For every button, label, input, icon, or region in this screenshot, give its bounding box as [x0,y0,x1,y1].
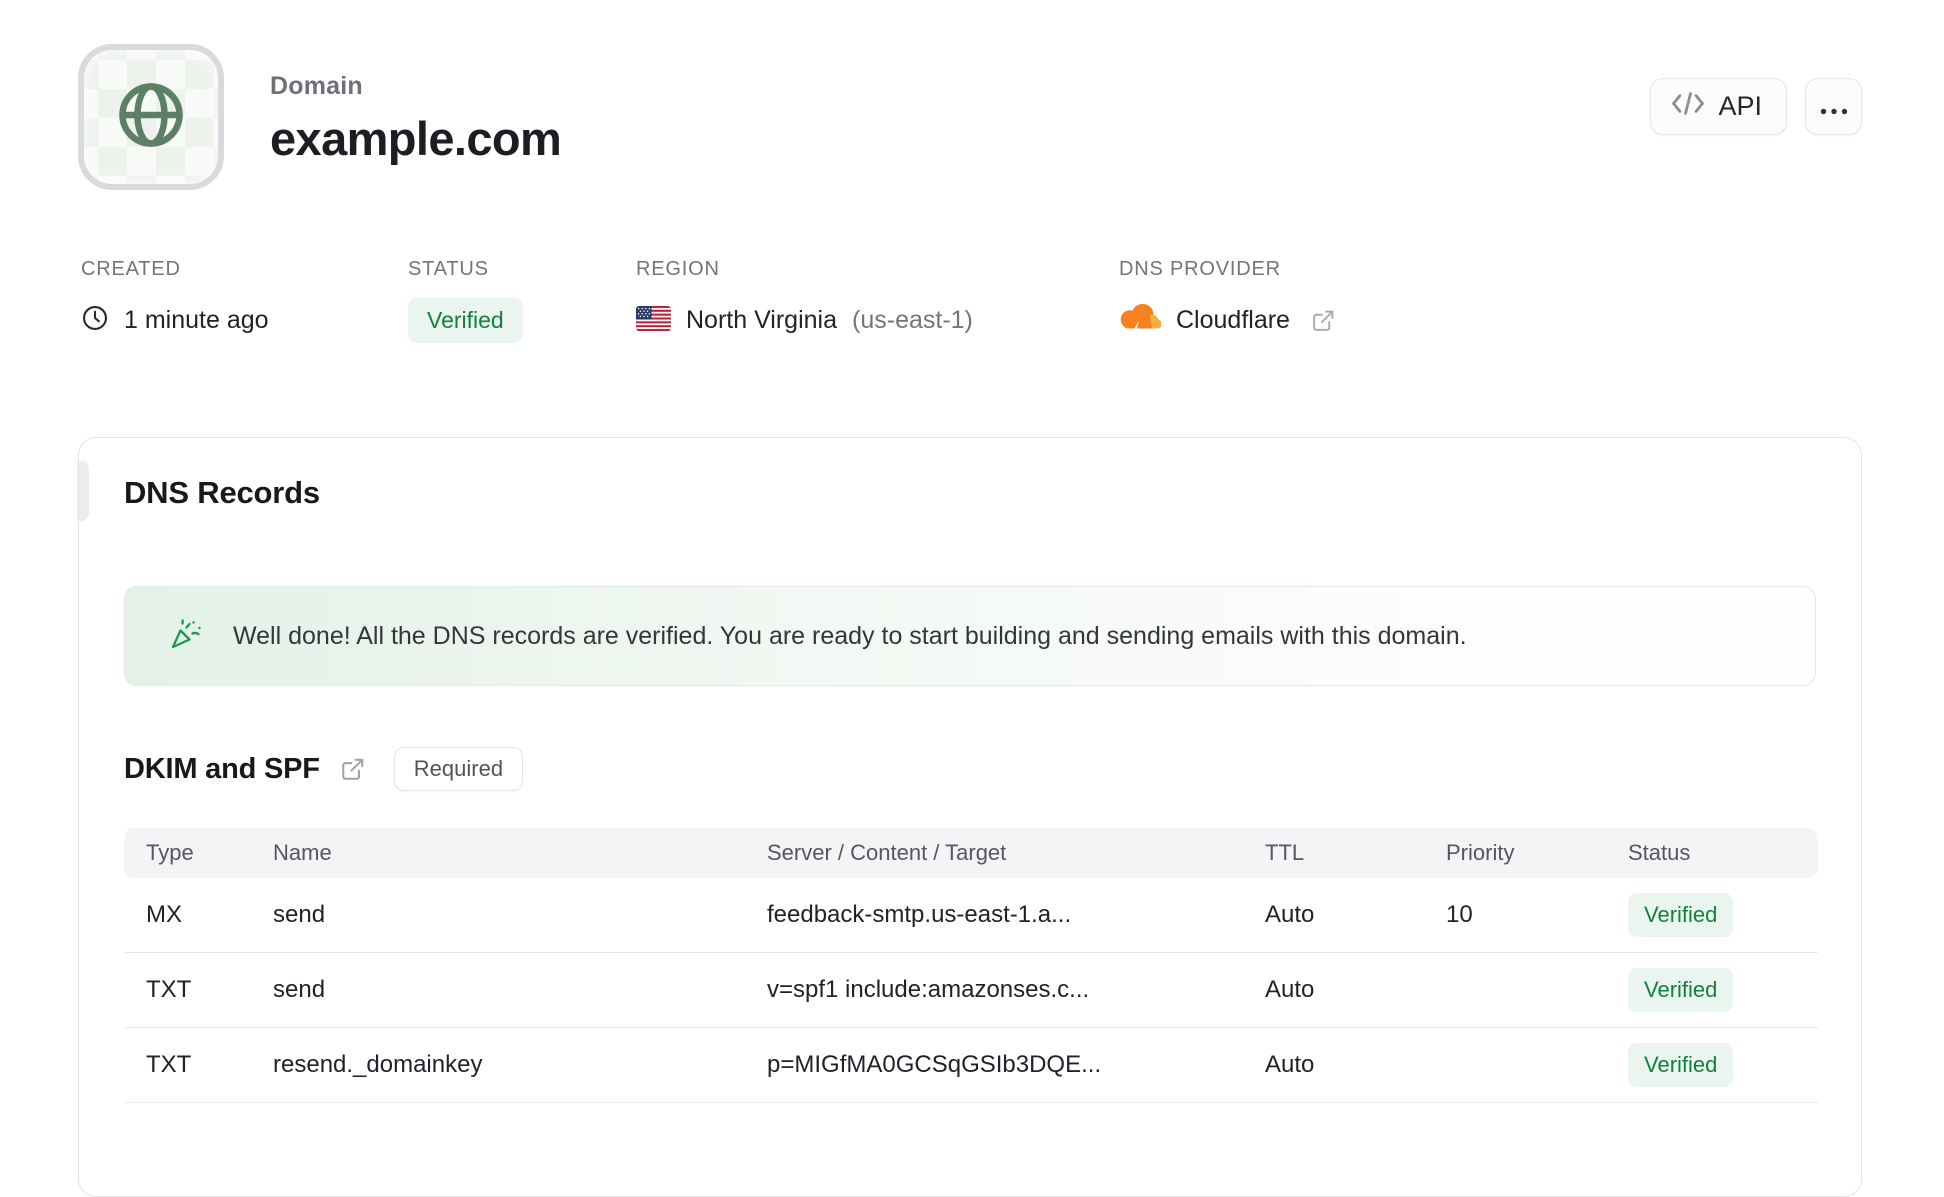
success-banner: Well done! All the DNS records are verif… [124,586,1816,686]
card-title: DNS Records [124,475,320,510]
table-row: MX send feedback-smtp.us-east-1.a... Aut… [124,878,1818,953]
globe-icon [110,74,192,161]
record-type: MX [146,901,182,928]
header-actions: API [1650,78,1862,135]
column-header-ttl: TTL [1265,840,1305,865]
more-options-button[interactable] [1805,78,1862,135]
domain-detail-page: Domain example.com API CREATED 1 minute … [0,0,1944,1197]
record-ttl: Auto [1265,976,1315,1003]
column-header-status: Status [1628,840,1691,865]
status-label: STATUS [408,258,489,280]
record-ttl: Auto [1265,1051,1315,1078]
created-label: CREATED [81,258,181,280]
table-row: TXT resend._domainkey p=MIGfMA0GCSqGSIb3… [124,1028,1818,1103]
meta-created: CREATED 1 minute ago [81,258,269,343]
record-name: send [273,976,326,1003]
column-header-content: Server / Content / Target [767,840,1007,865]
domain-eyebrow: Domain [270,72,363,100]
page-title: example.com [270,112,562,165]
record-content: feedback-smtp.us-east-1.a... [767,901,1072,928]
region-value: North Virginia [686,306,838,334]
ellipsis-icon [1820,91,1848,122]
record-name: send [273,901,326,928]
dkim-spf-section-header: DKIM and SPF Required [124,746,1816,792]
required-badge: Required [393,747,524,791]
record-type: TXT [146,976,192,1003]
status-badge: Verified [408,298,523,343]
us-flag-icon [636,305,671,336]
record-status-badge: Verified [1628,968,1734,1012]
column-header-name: Name [273,840,332,865]
dns-records-card: DNS Records Well done! All the DNS recor… [77,437,1862,1197]
meta-status: STATUS Verified [408,258,523,343]
external-link-icon[interactable] [1311,308,1336,333]
record-priority: 10 [1446,901,1473,928]
domain-identity: Domain example.com [78,44,562,190]
external-link-icon[interactable] [340,756,366,782]
domain-avatar [78,44,224,190]
clock-icon [81,304,109,337]
created-value: 1 minute ago [124,306,269,334]
dns-provider-value: Cloudflare [1176,306,1290,334]
cloudflare-icon [1119,303,1162,338]
page-header: Domain example.com API [78,44,1862,190]
dns-provider-label: DNS PROVIDER [1119,258,1281,280]
dns-records-table: Type Name Server / Content / Target TTL … [124,828,1818,1103]
success-banner-text: Well done! All the DNS records are verif… [233,621,1467,650]
record-content: p=MIGfMA0GCSqGSIb3DQE... [767,1051,1102,1078]
section-indicator-tab [77,461,89,521]
record-type: TXT [146,1051,192,1078]
record-content: v=spf1 include:amazonses.c... [767,976,1090,1003]
meta-dns-provider: DNS PROVIDER Cloudflare [1119,258,1336,343]
record-status-badge: Verified [1628,1043,1734,1087]
api-button-label: API [1718,91,1762,121]
record-name: resend._domainkey [273,1051,483,1078]
column-header-type: Type [146,840,194,865]
region-code: (us-east-1) [852,306,973,334]
table-row: TXT send v=spf1 include:amazonses.c... A… [124,953,1818,1028]
api-button[interactable]: API [1650,78,1787,135]
region-label: REGION [636,258,720,280]
table-header-row: Type Name Server / Content / Target TTL … [124,828,1818,878]
title-block: Domain example.com [270,68,562,166]
code-icon [1671,91,1705,123]
party-popper-icon [167,615,205,658]
dkim-spf-title: DKIM and SPF [124,752,320,785]
record-ttl: Auto [1265,901,1315,928]
column-header-priority: Priority [1446,840,1515,865]
record-status-badge: Verified [1628,893,1734,937]
meta-region: REGION North Virginia (us-east-1) [636,258,973,343]
domain-meta-row: CREATED 1 minute ago STATUS Verified REG… [0,258,1944,368]
